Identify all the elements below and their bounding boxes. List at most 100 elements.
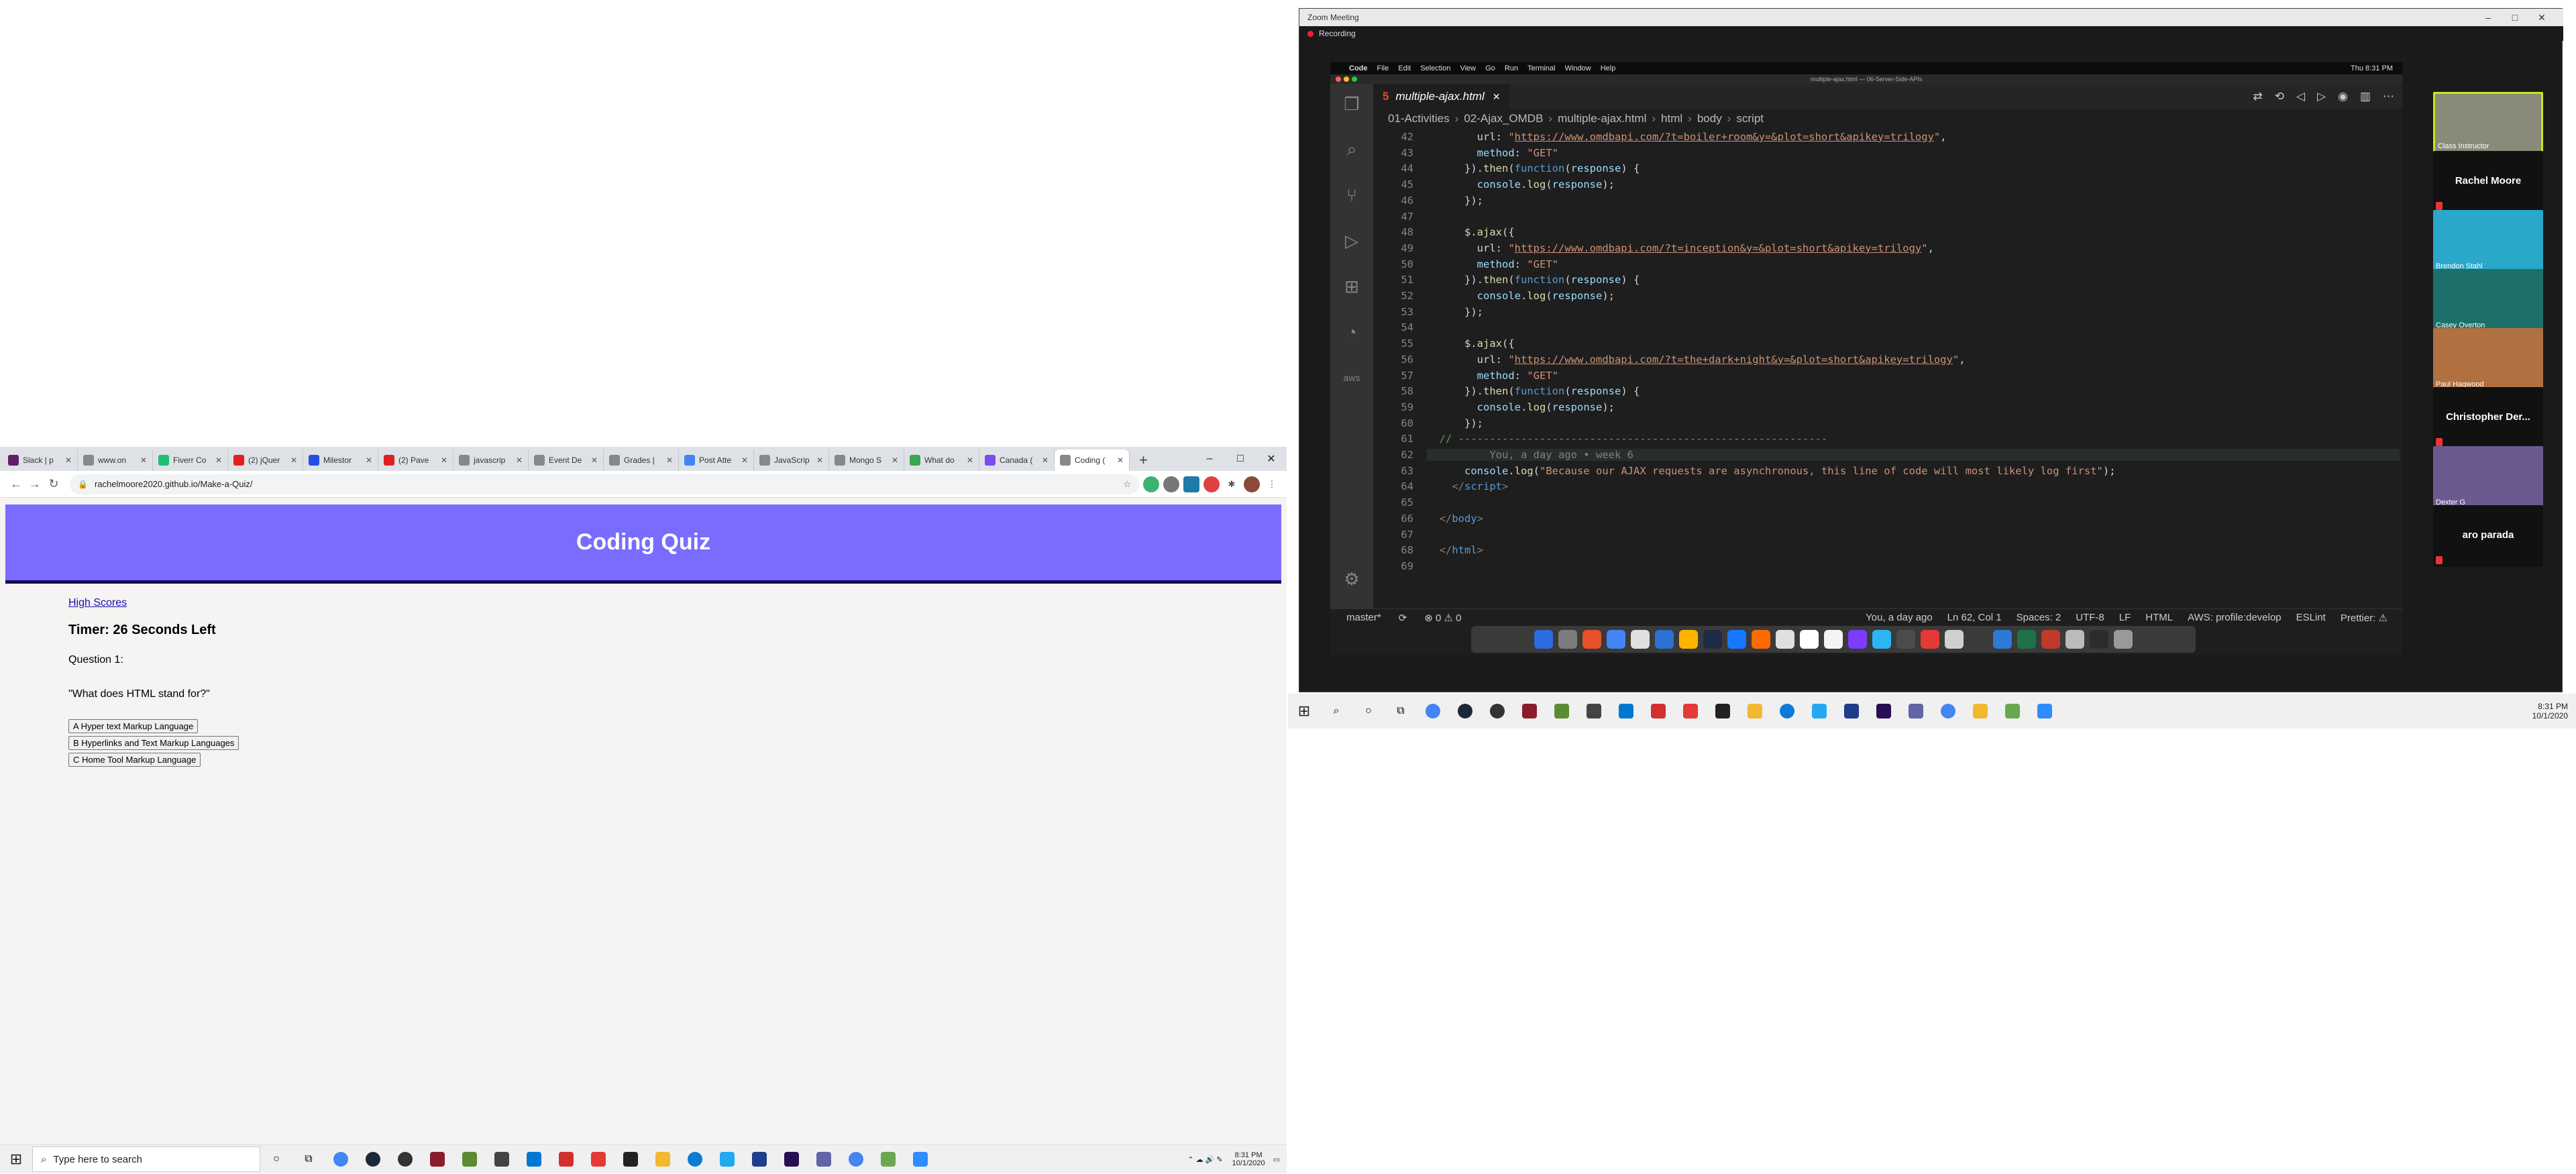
dock-app-icon[interactable] bbox=[1631, 630, 1650, 649]
participant-tile[interactable]: Christopher Der... bbox=[2433, 387, 2543, 449]
minimize-button[interactable]: – bbox=[1194, 447, 1225, 471]
mac-menu-item[interactable]: File bbox=[1377, 64, 1389, 72]
mac-menu-item[interactable]: Run bbox=[1505, 64, 1518, 72]
app-icon[interactable] bbox=[2001, 700, 2024, 723]
close-icon[interactable]: ✕ bbox=[662, 456, 673, 465]
tray-icons[interactable]: ⌃ ☁ 🔊 ✎ bbox=[1187, 1155, 1222, 1164]
dock-app-icon[interactable] bbox=[2041, 630, 2060, 649]
back-icon[interactable]: ← bbox=[7, 475, 25, 494]
dock-app-icon[interactable] bbox=[1945, 630, 1964, 649]
breadcrumb-item[interactable]: 01-Activities bbox=[1388, 112, 1450, 125]
browser-tab[interactable]: JavaScrip ✕ bbox=[754, 449, 829, 471]
go-back-icon[interactable]: ⟲ bbox=[2275, 90, 2284, 103]
browser-tab[interactable]: Fiverr Co ✕ bbox=[153, 449, 228, 471]
browser-tab[interactable]: Event De ✕ bbox=[529, 449, 604, 471]
dock-app-icon[interactable] bbox=[1655, 630, 1674, 649]
app-icon[interactable] bbox=[1969, 700, 1992, 723]
mac-menu-item[interactable]: Help bbox=[1601, 64, 1616, 72]
windows-start-icon[interactable]: ⊞ bbox=[0, 1145, 32, 1174]
app-icon[interactable] bbox=[555, 1148, 578, 1171]
timeline-icon[interactable]: ◔ bbox=[1340, 320, 1364, 344]
cortana-icon[interactable]: ○ bbox=[265, 1148, 288, 1171]
close-icon[interactable]: ✕ bbox=[211, 456, 222, 465]
extensions-icon[interactable]: ⊞ bbox=[1340, 274, 1364, 299]
dock-app-icon[interactable] bbox=[1824, 630, 1843, 649]
maximize-button[interactable]: □ bbox=[2502, 9, 2528, 26]
participant-tile[interactable]: Class Instructor bbox=[2433, 92, 2543, 154]
mac-menu-item[interactable]: Code bbox=[1349, 64, 1368, 72]
split-editor-icon[interactable]: ▥ bbox=[2360, 90, 2371, 103]
status-item[interactable]: LF bbox=[2119, 612, 2131, 624]
search-icon[interactable]: ⌕ bbox=[1325, 700, 1348, 723]
windows-start-icon[interactable]: ⊞ bbox=[1288, 697, 1320, 726]
breadcrumb-item[interactable]: html bbox=[1661, 112, 1682, 125]
maximize-button[interactable]: □ bbox=[1225, 447, 1256, 471]
browser-tab[interactable]: Grades | ✕ bbox=[604, 449, 679, 471]
close-icon[interactable]: ✕ bbox=[362, 456, 372, 465]
participant-tile[interactable]: Rachel Moore bbox=[2433, 151, 2543, 213]
extension-icon[interactable] bbox=[1203, 476, 1220, 492]
xbox-icon[interactable] bbox=[394, 1148, 417, 1171]
steam-icon[interactable] bbox=[362, 1148, 384, 1171]
close-icon[interactable]: ✕ bbox=[1493, 91, 1501, 103]
compare-icon[interactable]: ⇄ bbox=[2253, 90, 2262, 103]
participant-tile[interactable]: Dexter G bbox=[2433, 446, 2543, 508]
status-item[interactable]: UTF-8 bbox=[2076, 612, 2104, 624]
bookmark-star-icon[interactable]: ☆ bbox=[1123, 479, 1131, 490]
status-item[interactable]: AWS: profile:develop bbox=[2188, 612, 2282, 624]
store-icon[interactable] bbox=[1582, 700, 1605, 723]
notification-icon[interactable]: ▭ bbox=[1273, 1155, 1280, 1164]
close-button[interactable]: ✕ bbox=[1256, 447, 1287, 471]
status-item[interactable]: HTML bbox=[2145, 612, 2173, 624]
close-icon[interactable]: ✕ bbox=[587, 456, 598, 465]
participant-tile[interactable]: Casey Overton bbox=[2433, 269, 2543, 331]
new-tab-button[interactable]: + bbox=[1130, 449, 1157, 471]
mac-menu-item[interactable]: Selection bbox=[1420, 64, 1450, 72]
close-icon[interactable]: ✕ bbox=[737, 456, 748, 465]
close-icon[interactable]: ✕ bbox=[136, 456, 147, 465]
browser-tab[interactable]: (2) Pave ✕ bbox=[378, 449, 453, 471]
app-icon[interactable] bbox=[619, 1148, 642, 1171]
dock-app-icon[interactable] bbox=[1534, 630, 1553, 649]
app-icon[interactable] bbox=[1647, 700, 1670, 723]
close-icon[interactable]: ✕ bbox=[512, 456, 523, 465]
breadcrumb-item[interactable]: script bbox=[1736, 112, 1764, 125]
dock-app-icon[interactable] bbox=[1848, 630, 1867, 649]
browser-tab[interactable]: Milestor ✕ bbox=[303, 449, 378, 471]
minimize-button[interactable]: – bbox=[2475, 9, 2502, 26]
dock-app-icon[interactable] bbox=[1921, 630, 1939, 649]
search-icon[interactable]: ⌕ bbox=[1340, 138, 1364, 162]
app-icon[interactable] bbox=[426, 1148, 449, 1171]
answer-button-b[interactable]: B Hyperlinks and Text Markup Languages bbox=[68, 736, 239, 750]
chrome-icon[interactable] bbox=[1937, 700, 1960, 723]
address-bar[interactable]: 🔒 rachelmoore2020.github.io/Make-a-Quiz/… bbox=[70, 474, 1139, 494]
dock-app-icon[interactable] bbox=[1776, 630, 1794, 649]
folder-icon[interactable] bbox=[1743, 700, 1766, 723]
status-item[interactable]: ⟳ bbox=[1399, 612, 1407, 624]
close-icon[interactable]: ✕ bbox=[963, 456, 973, 465]
dock-app-icon[interactable] bbox=[1993, 630, 2012, 649]
puzzle-icon[interactable]: ✱ bbox=[1224, 476, 1240, 492]
extension-icon[interactable] bbox=[1143, 476, 1159, 492]
dock-app-icon[interactable] bbox=[2090, 630, 2108, 649]
avatar[interactable] bbox=[1244, 476, 1260, 492]
answer-button-c[interactable]: C Home Tool Markup Language bbox=[68, 753, 201, 767]
app-icon[interactable] bbox=[1679, 700, 1702, 723]
tab-multiple-ajax[interactable]: 5 multiple-ajax.html ✕ bbox=[1373, 84, 1510, 109]
browser-tab[interactable]: Mongo S ✕ bbox=[829, 449, 904, 471]
mac-menu-item[interactable]: Terminal bbox=[1527, 64, 1556, 72]
aws-icon[interactable]: aws bbox=[1340, 366, 1364, 390]
more-icon[interactable]: ⋮ bbox=[1264, 476, 1280, 492]
vscode-icon[interactable] bbox=[1808, 700, 1831, 723]
teams-icon[interactable] bbox=[812, 1148, 835, 1171]
task-view-icon[interactable]: ⧉ bbox=[1389, 700, 1412, 723]
browser-tab[interactable]: (2) jQuer ✕ bbox=[228, 449, 303, 471]
browser-tab[interactable]: javascrip ✕ bbox=[453, 449, 529, 471]
cortana-icon[interactable]: ○ bbox=[1357, 700, 1380, 723]
task-view-icon[interactable]: ⧉ bbox=[297, 1148, 320, 1171]
next-change-icon[interactable]: ▷ bbox=[2317, 90, 2326, 103]
close-icon[interactable]: ✕ bbox=[812, 456, 823, 465]
steam-icon[interactable] bbox=[1454, 700, 1477, 723]
dock-app-icon[interactable] bbox=[1607, 630, 1625, 649]
answer-button-a[interactable]: A Hyper text Markup Language bbox=[68, 719, 199, 733]
